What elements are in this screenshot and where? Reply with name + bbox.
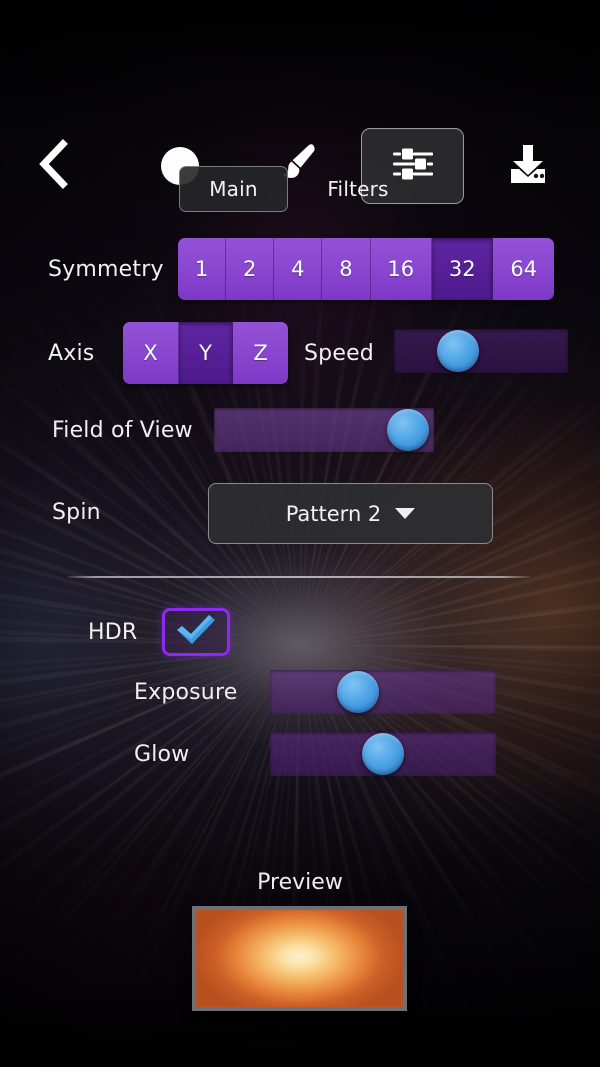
top-toolbar xyxy=(0,62,600,204)
hdr-label: HDR xyxy=(88,620,138,645)
symmetry-label: Symmetry xyxy=(48,257,164,282)
spin-pattern-value: Pattern 2 xyxy=(285,501,382,526)
hdr-checkbox[interactable] xyxy=(162,608,230,656)
symmetry-option-2[interactable]: 2 xyxy=(226,238,275,300)
axis-option-z[interactable]: Z xyxy=(233,322,288,384)
speed-slider-thumb[interactable] xyxy=(437,330,480,372)
glow-label: Glow xyxy=(134,742,190,767)
axis-option-y[interactable]: Y xyxy=(178,322,234,384)
tab-main[interactable]: Main xyxy=(179,166,288,212)
field-of-view-slider[interactable] xyxy=(214,408,434,452)
tab-filters-label: Filters xyxy=(327,177,389,201)
checkmark-icon xyxy=(173,613,219,651)
chevron-down-icon xyxy=(395,508,416,519)
spin-label: Spin xyxy=(52,500,101,525)
preview-label: Preview xyxy=(257,870,343,895)
section-divider xyxy=(68,576,530,578)
kaleidoscope-settings-screen: Main Filters Symmetry 1 2 4 8 16 32 64 A… xyxy=(0,0,600,1067)
glow-slider-thumb[interactable] xyxy=(362,733,404,775)
symmetry-option-4[interactable]: 4 xyxy=(274,238,323,300)
field-of-view-label: Field of View xyxy=(52,418,193,443)
field-of-view-slider-thumb[interactable] xyxy=(386,409,429,451)
symmetry-option-32[interactable]: 32 xyxy=(431,238,494,300)
exposure-slider[interactable] xyxy=(270,670,496,714)
axis-option-x[interactable]: X xyxy=(123,322,179,384)
spin-pattern-dropdown[interactable]: Pattern 2 xyxy=(208,483,493,544)
exposure-slider-thumb[interactable] xyxy=(337,671,380,713)
preview-thumbnail[interactable] xyxy=(192,906,407,1011)
symmetry-option-8[interactable]: 8 xyxy=(322,238,371,300)
exposure-label: Exposure xyxy=(134,680,238,705)
tab-filters[interactable]: Filters xyxy=(312,166,404,212)
glow-slider[interactable] xyxy=(270,732,496,776)
symmetry-option-64[interactable]: 64 xyxy=(493,238,554,300)
symmetry-segmented-control[interactable]: 1 2 4 8 16 32 64 xyxy=(178,238,554,300)
axis-label: Axis xyxy=(48,341,95,366)
speed-slider[interactable] xyxy=(394,329,568,373)
symmetry-option-1[interactable]: 1 xyxy=(178,238,227,300)
tab-main-label: Main xyxy=(209,177,258,201)
speed-label: Speed xyxy=(304,341,374,366)
tab-bar: Main Filters xyxy=(0,166,600,212)
symmetry-option-16[interactable]: 16 xyxy=(370,238,432,300)
axis-segmented-control[interactable]: X Y Z xyxy=(123,322,288,384)
